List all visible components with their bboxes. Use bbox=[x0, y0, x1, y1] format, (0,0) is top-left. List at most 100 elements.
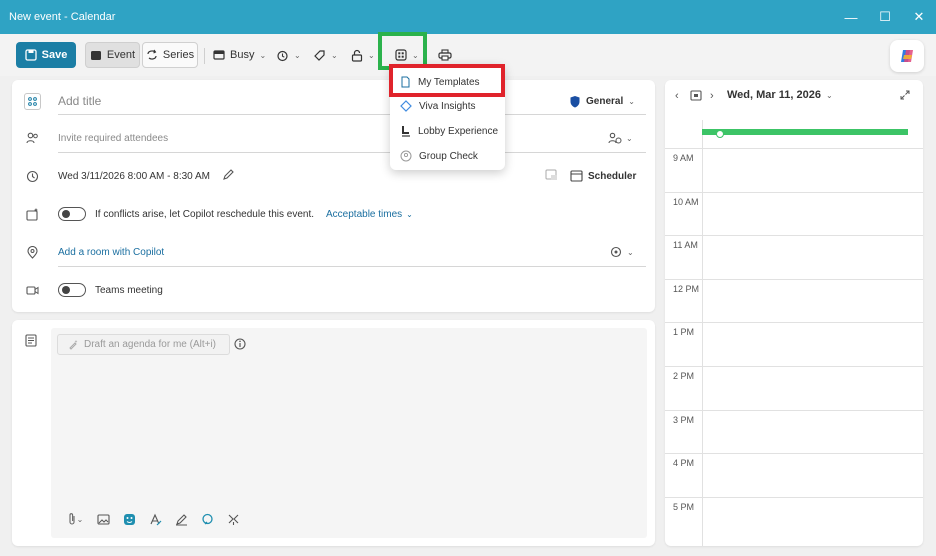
current-time-dot bbox=[716, 130, 724, 138]
menu-item-label: Group Check bbox=[419, 150, 478, 162]
datetime-field[interactable]: Wed 3/11/2026 8:00 AM - 8:30 AM bbox=[58, 171, 210, 182]
hour-label: 10 AM bbox=[673, 196, 699, 207]
sparkle-pen-icon bbox=[69, 340, 78, 350]
save-label: Save bbox=[41, 49, 68, 61]
minimize-button[interactable]: — bbox=[834, 0, 868, 34]
copilot-reschedule-row: If conflicts arise, let Copilot reschedu… bbox=[12, 202, 655, 226]
event-label: Event bbox=[106, 49, 136, 61]
location-underline bbox=[58, 266, 646, 267]
event-details-card: Add title General ⌄ Invite required atte… bbox=[12, 80, 655, 312]
hour-slot[interactable] bbox=[703, 236, 923, 279]
hour-slot[interactable] bbox=[703, 280, 923, 323]
edit-pencil-icon[interactable] bbox=[222, 169, 234, 184]
chevron-down-icon: ⌄ bbox=[368, 50, 375, 60]
info-icon[interactable] bbox=[234, 338, 246, 353]
event-body-editor[interactable] bbox=[51, 328, 647, 538]
room-finder-icon[interactable] bbox=[545, 169, 558, 184]
hour-slot[interactable] bbox=[703, 411, 923, 454]
hour-slot[interactable] bbox=[703, 498, 923, 541]
next-day-button[interactable]: › bbox=[710, 90, 714, 102]
event-button[interactable]: Event bbox=[85, 42, 140, 68]
menu-item-lobby-experience[interactable]: Lobby Experience bbox=[390, 119, 505, 143]
save-button[interactable]: Save bbox=[16, 42, 76, 68]
expand-icon[interactable] bbox=[900, 89, 910, 103]
video-camera-icon bbox=[24, 282, 40, 298]
previous-day-button[interactable]: ‹ bbox=[675, 90, 679, 102]
scheduler-button[interactable]: Scheduler bbox=[570, 170, 636, 182]
window-title: New event - Calendar bbox=[9, 11, 116, 23]
menu-item-group-check[interactable]: Group Check bbox=[390, 144, 505, 168]
alarm-clock-icon bbox=[277, 50, 288, 61]
current-time-indicator bbox=[702, 129, 908, 135]
insert-picture-icon[interactable] bbox=[94, 510, 112, 528]
acceptable-times-dropdown[interactable]: Acceptable times ⌄ bbox=[326, 209, 413, 220]
hour-slot[interactable] bbox=[703, 323, 923, 366]
category-dropdown[interactable]: General ⌄ bbox=[569, 95, 635, 108]
teams-meeting-label: Teams meeting bbox=[95, 284, 163, 296]
chevron-down-icon: ⌄ bbox=[76, 514, 84, 524]
lock-icon bbox=[351, 49, 363, 62]
add-room-link[interactable]: Add a room with Copilot bbox=[58, 247, 164, 258]
sticker-icon[interactable] bbox=[120, 510, 138, 528]
event-type-icon bbox=[28, 97, 37, 106]
chevron-down-icon: ⌄ bbox=[406, 209, 413, 219]
datetime-row: Wed 3/11/2026 8:00 AM - 8:30 AM Schedule… bbox=[12, 164, 655, 188]
notes-icon bbox=[25, 334, 37, 350]
clock-icon bbox=[24, 168, 40, 184]
privacy-dropdown[interactable]: ⌄ bbox=[351, 42, 375, 68]
location-options-dropdown[interactable]: ⌄ bbox=[610, 246, 634, 259]
attendees-row: Invite required attendees ⌄ bbox=[12, 126, 655, 150]
menu-item-label: Lobby Experience bbox=[418, 125, 499, 137]
attendees-input[interactable]: Invite required attendees bbox=[58, 133, 168, 144]
hour-label: 2 PM bbox=[673, 371, 695, 381]
event-icon-picker[interactable] bbox=[24, 93, 41, 110]
draft-agenda-button[interactable]: Draft an agenda for me (Alt+i) bbox=[57, 334, 230, 355]
teams-meeting-row: Teams meeting bbox=[12, 278, 655, 302]
people-icon bbox=[24, 130, 40, 146]
chevron-down-icon: ⌄ bbox=[259, 50, 267, 60]
copilot-reschedule-toggle[interactable] bbox=[58, 207, 86, 221]
close-button[interactable]: ✕ bbox=[902, 0, 936, 34]
title-underline bbox=[58, 114, 646, 115]
title-input[interactable]: Add title bbox=[58, 94, 101, 108]
shield-icon bbox=[570, 95, 580, 107]
reminder-dropdown[interactable]: ⌄ bbox=[276, 42, 301, 68]
busy-label: Busy bbox=[230, 49, 255, 61]
title-bar: New event - Calendar — ☐ ✕ bbox=[0, 0, 936, 34]
hour-slot[interactable] bbox=[703, 367, 923, 410]
attendee-options-dropdown[interactable]: ⌄ bbox=[608, 132, 633, 144]
draft-agenda-label: Draft an agenda for me (Alt+i) bbox=[84, 339, 217, 350]
series-button[interactable]: Series bbox=[142, 42, 198, 68]
chevron-down-icon: ⌄ bbox=[331, 50, 338, 60]
apps-more-icon[interactable] bbox=[224, 510, 242, 528]
menu-item-viva-insights[interactable]: Viva Insights bbox=[390, 94, 505, 118]
teams-meeting-toggle[interactable] bbox=[58, 283, 86, 297]
busy-status-icon bbox=[213, 50, 225, 60]
copilot-reschedule-label: If conflicts arise, let Copilot reschedu… bbox=[95, 208, 314, 220]
copilot-button[interactable] bbox=[890, 40, 924, 72]
paperclip-icon bbox=[69, 513, 75, 525]
hour-slot[interactable] bbox=[703, 149, 923, 192]
today-button[interactable] bbox=[690, 89, 702, 104]
format-text-icon[interactable] bbox=[146, 510, 164, 528]
hour-slot[interactable] bbox=[703, 454, 923, 497]
location-pin-icon bbox=[24, 244, 40, 260]
maximize-button[interactable]: ☐ bbox=[868, 0, 902, 34]
hour-slot[interactable] bbox=[703, 193, 923, 236]
date-picker-dropdown[interactable]: Wed, Mar 11, 2026 ⌄ bbox=[727, 89, 833, 101]
calendar-sparkle-icon bbox=[24, 206, 40, 222]
category-label: General bbox=[586, 95, 624, 107]
signature-pen-icon[interactable] bbox=[172, 510, 190, 528]
hour-label: 1 PM bbox=[673, 327, 695, 338]
busy-dropdown[interactable]: Busy ⌄ bbox=[213, 42, 266, 68]
viva-insights-icon bbox=[400, 100, 412, 112]
chevron-down-icon: ⌄ bbox=[627, 247, 634, 257]
chevron-down-icon: ⌄ bbox=[626, 133, 633, 143]
category-tag-dropdown[interactable]: ⌄ bbox=[313, 42, 338, 68]
add-people-icon bbox=[608, 132, 622, 144]
hour-label: 3 PM bbox=[673, 414, 695, 425]
attendees-underline bbox=[58, 152, 646, 153]
attach-dropdown[interactable]: ⌄ bbox=[62, 510, 88, 528]
repeat-icon bbox=[147, 49, 157, 60]
loop-icon[interactable] bbox=[198, 510, 216, 528]
